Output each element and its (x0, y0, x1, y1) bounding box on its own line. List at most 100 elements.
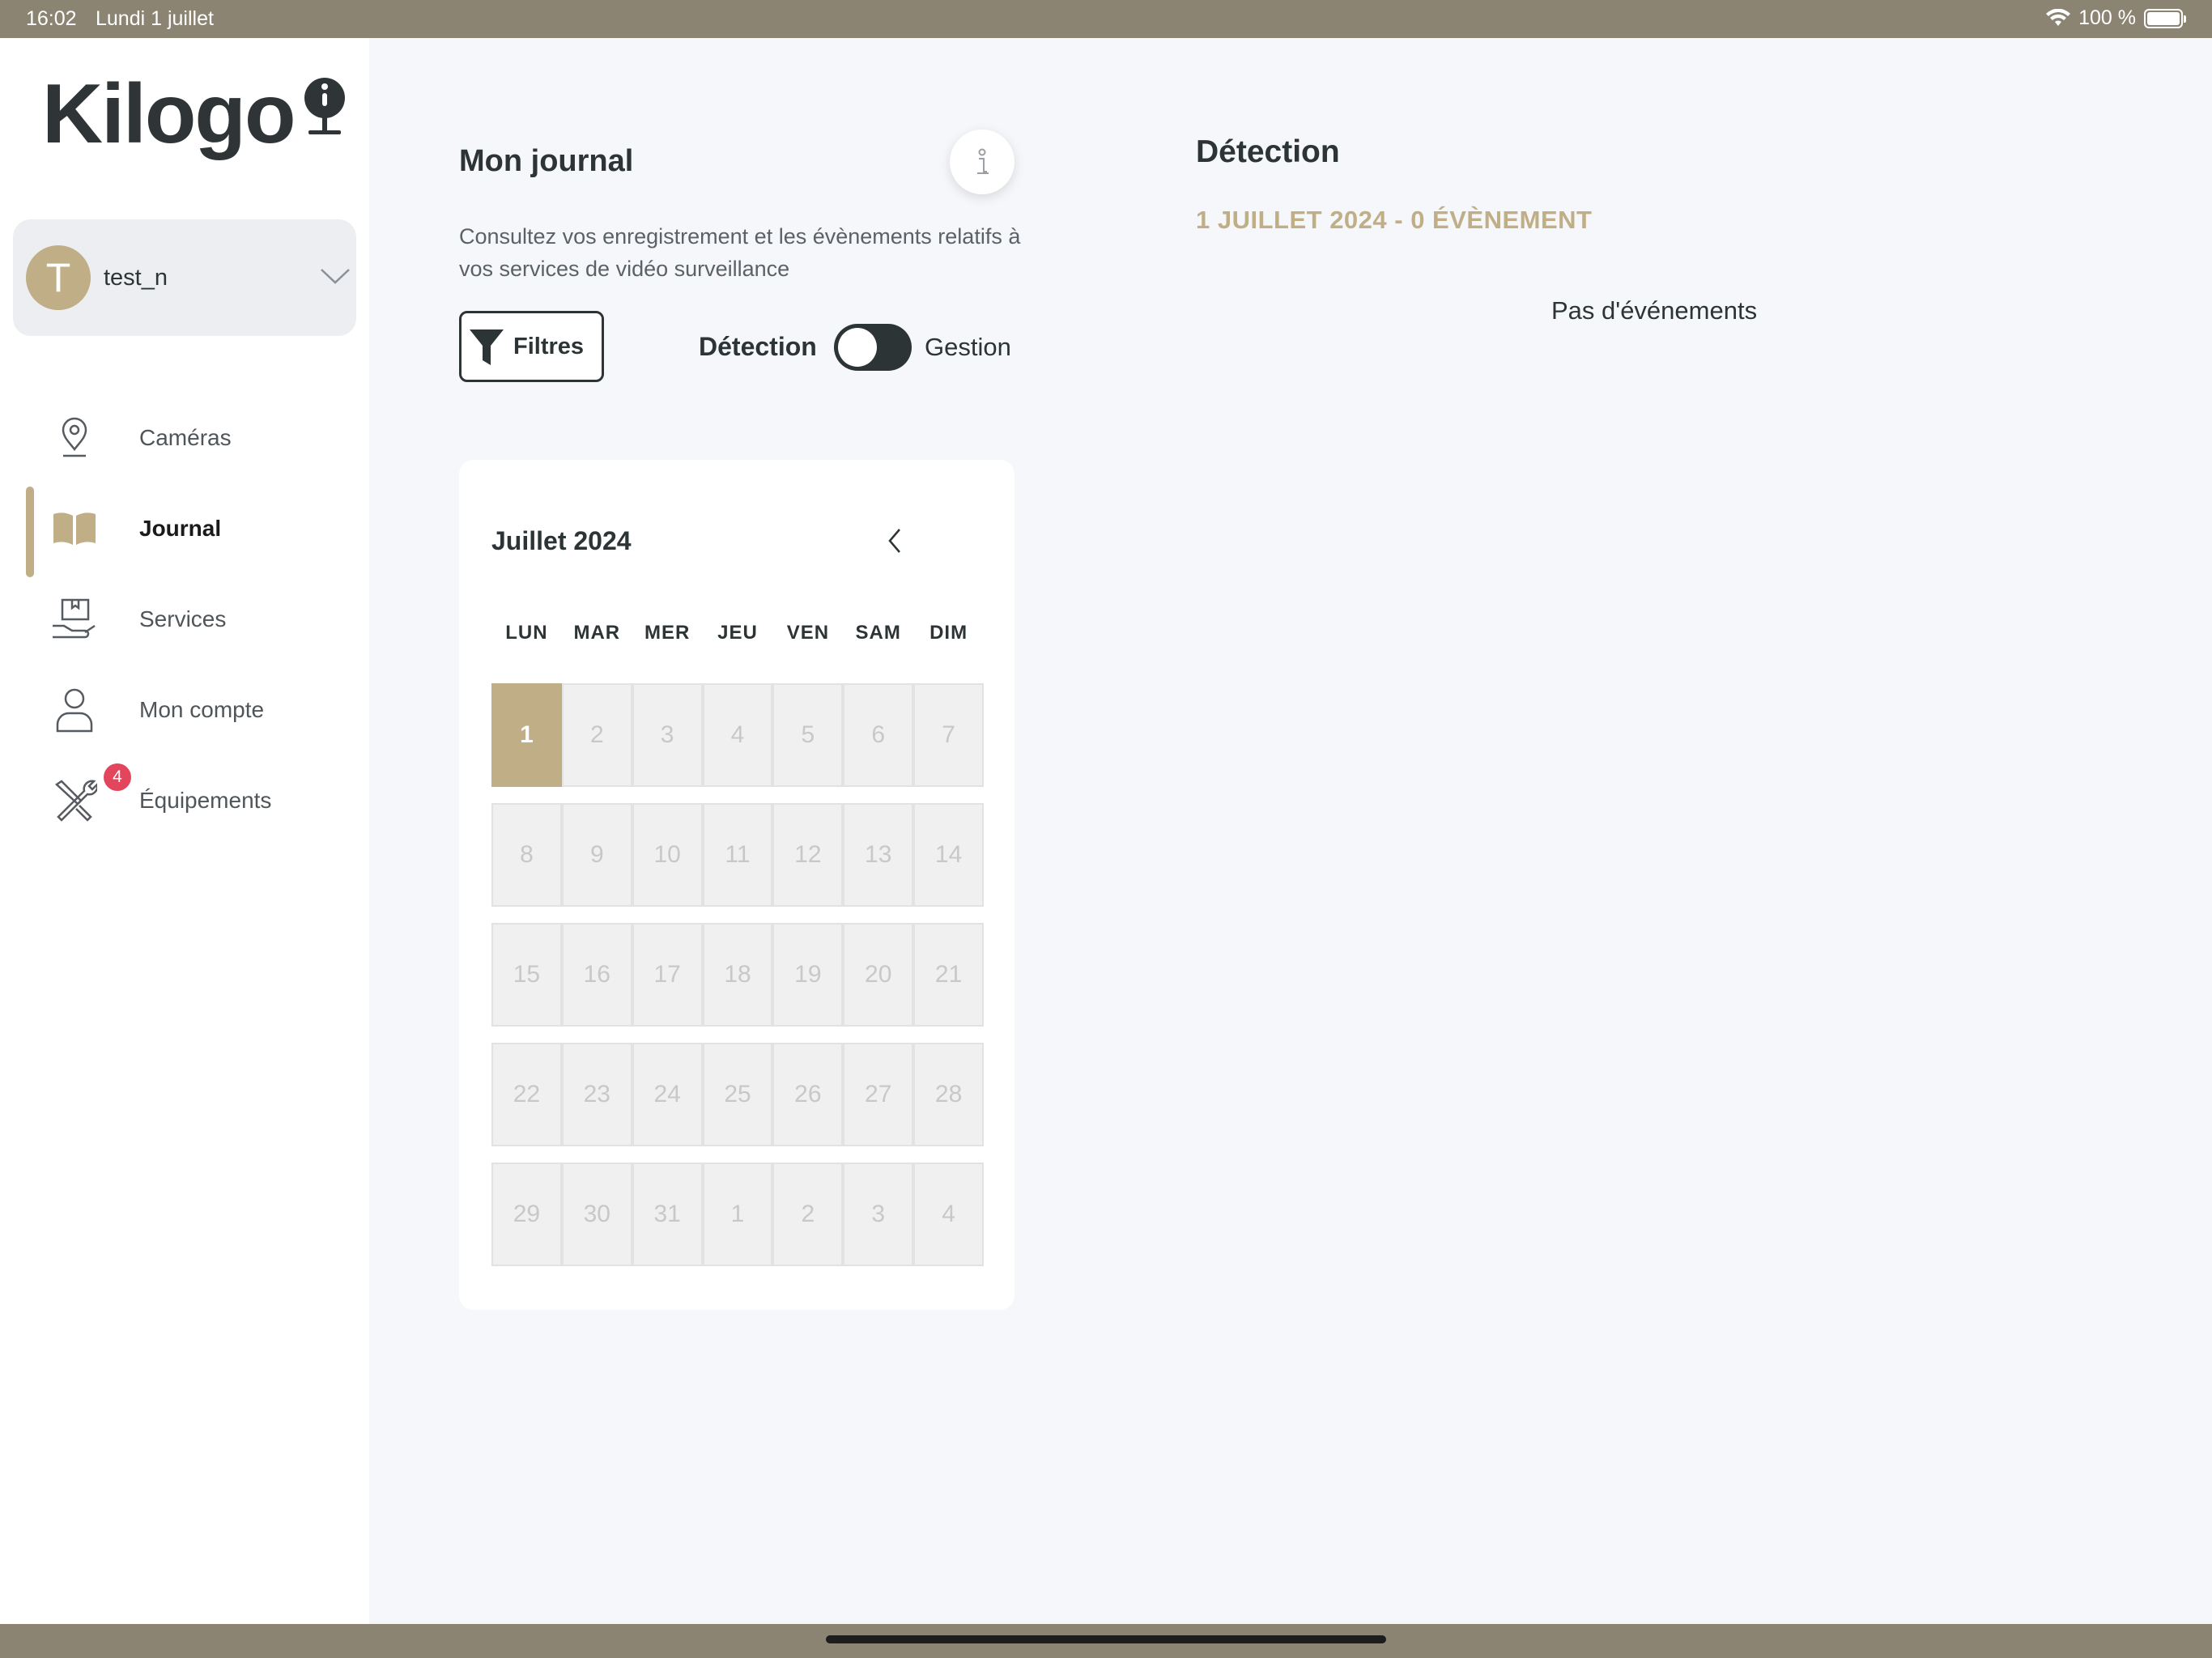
calendar-day[interactable]: 29 (491, 1163, 562, 1266)
calendar-day[interactable]: 7 (913, 683, 985, 787)
calendar-week: 29 30 31 1 2 3 4 (491, 1163, 985, 1268)
user-icon (49, 687, 100, 733)
sidebar-item-label: Services (139, 606, 227, 631)
calendar-day[interactable]: 14 (913, 803, 985, 907)
info-button[interactable] (950, 130, 1015, 194)
calendar-day[interactable]: 8 (491, 803, 562, 907)
weekday-label: JEU (717, 622, 758, 644)
calendar-day[interactable]: 10 (632, 803, 703, 907)
mode-toggle[interactable] (834, 324, 912, 371)
chevron-left-icon[interactable] (885, 526, 904, 555)
status-time: 16:02 (26, 7, 77, 30)
calendar-day[interactable]: 15 (491, 923, 562, 1027)
sidebar-item-label: Mon compte (139, 697, 265, 722)
info-icon (977, 148, 989, 174)
wifi-icon (2046, 8, 2071, 26)
battery-icon (2144, 8, 2186, 28)
weekday-label: MER (644, 622, 691, 644)
calendar-day[interactable]: 30 (561, 1163, 632, 1266)
calendar-day[interactable]: 22 (491, 1043, 562, 1146)
filters-label: Filtres (513, 333, 585, 359)
weekday-label: SAM (855, 622, 901, 644)
calendar-day[interactable]: 26 (772, 1043, 844, 1146)
calendar-day[interactable]: 19 (772, 923, 844, 1027)
calendar-day[interactable]: 4 (913, 1163, 985, 1266)
calendar-day[interactable]: 3 (632, 683, 703, 787)
detection-date-summary: 1 JUILLET 2024 - 0 ÉVÈNEMENT (1196, 206, 1593, 234)
page-description: Consultez vos enregistrement et les évèn… (459, 224, 1021, 281)
camera-logo-icon (304, 78, 346, 134)
toggle-label-detection: Détection (699, 332, 817, 361)
empty-state-text: Pas d'événements (1551, 296, 1758, 325)
sidebar-item-equipment[interactable]: 4 Équipements (0, 755, 369, 846)
calendar-day[interactable]: 6 (843, 683, 914, 787)
calendar-day[interactable]: 31 (632, 1163, 703, 1266)
sidebar-item-account[interactable]: Mon compte (0, 665, 369, 755)
calendar-day[interactable]: 5 (772, 683, 844, 787)
app-logo[interactable]: Kilogo (42, 72, 347, 156)
calendar-week: 22 23 24 25 26 27 28 (491, 1043, 985, 1148)
active-indicator (26, 487, 34, 577)
calendar: Juillet 2024 LUN MAR MER JEU VEN SAM DIM 12345… (459, 460, 1015, 1310)
calendar-day[interactable]: 4 (702, 683, 773, 787)
calendar-day[interactable]: 21 (913, 923, 985, 1027)
calendar-day[interactable]: 28 (913, 1043, 985, 1146)
weekday-label: DIM (929, 622, 968, 644)
filter-icon (470, 329, 504, 365)
sidebar-item-label: Caméras (139, 425, 232, 450)
status-bar: 16:02 Lundi 1 juillet 100 % (0, 0, 2212, 38)
calendar-day[interactable]: 3 (843, 1163, 914, 1266)
calendar-day[interactable]: 23 (561, 1043, 632, 1146)
calendar-day[interactable]: 2 (772, 1163, 844, 1266)
calendar-day[interactable]: 11 (702, 803, 773, 907)
weekday-label: VEN (786, 622, 830, 644)
logo-text: Kilogo (42, 67, 296, 161)
avatar: T (26, 245, 91, 310)
sidebar-item-label: Équipements (139, 788, 272, 813)
battery-percent: 100 % (2078, 6, 2136, 29)
tools-icon (49, 777, 100, 824)
calendar-day[interactable]: 25 (702, 1043, 773, 1146)
status-date: Lundi 1 juillet (96, 7, 214, 30)
calendar-day[interactable]: 2 (561, 683, 632, 787)
sidebar-item-label: Journal (139, 516, 222, 541)
chevron-down-icon (321, 269, 350, 284)
sidebar-item-cameras[interactable]: Caméras (0, 393, 369, 483)
toggle-label-gestion: Gestion (925, 333, 1011, 361)
calendar-day[interactable]: 13 (843, 803, 914, 907)
toggle-knob (838, 328, 877, 367)
status-right: 100 % (2046, 6, 2186, 30)
weekday-label: MAR (573, 622, 621, 644)
filters-button[interactable]: Filtres (459, 311, 604, 382)
calendar-week: 15 16 17 18 19 20 21 (491, 923, 985, 1028)
calendar-day-selected[interactable]: 1 (491, 683, 562, 787)
sidebar: Kilogo T test_n Caméras Journal Services… (0, 38, 369, 1624)
sidebar-nav: Caméras Journal Services Mon compte 4 Éq… (0, 393, 369, 846)
book-icon (49, 505, 100, 552)
page-title: Mon journal (459, 144, 634, 178)
notification-badge: 4 (104, 763, 131, 791)
calendar-day[interactable]: 24 (632, 1043, 703, 1146)
calendar-day[interactable]: 9 (561, 803, 632, 907)
sidebar-item-services[interactable]: Services (0, 574, 369, 665)
calendar-day[interactable]: 16 (561, 923, 632, 1027)
hand-package-icon (49, 596, 100, 643)
calendar-month: Juillet 2024 (491, 526, 632, 555)
calendar-grid: 1 2 3 4 5 6 7 8 9 10 11 12 13 14 15 16 17 18 19 20 21 22 23 24 2… (491, 683, 985, 1282)
bottom-bar (0, 1624, 2212, 1658)
detection-title: Détection (1196, 134, 1340, 169)
sidebar-item-journal[interactable]: Journal (0, 483, 369, 577)
camera-pin-icon (49, 414, 100, 461)
user-name: test_n (104, 265, 168, 291)
home-indicator[interactable] (826, 1635, 1386, 1643)
calendar-day[interactable]: 1 (702, 1163, 773, 1266)
calendar-day[interactable]: 17 (632, 923, 703, 1027)
calendar-day[interactable]: 18 (702, 923, 773, 1027)
calendar-week: 1234567 (491, 683, 985, 789)
calendar-week: 8 9 10 11 12 13 14 (491, 803, 985, 908)
calendar-day[interactable]: 20 (843, 923, 914, 1027)
calendar-day[interactable]: 27 (843, 1043, 914, 1146)
calendar-day[interactable]: 12 (772, 803, 844, 907)
user-switcher[interactable]: T test_n (13, 219, 356, 336)
weekday-header: LUN MAR MER JEU VEN SAM DIM (491, 622, 984, 644)
